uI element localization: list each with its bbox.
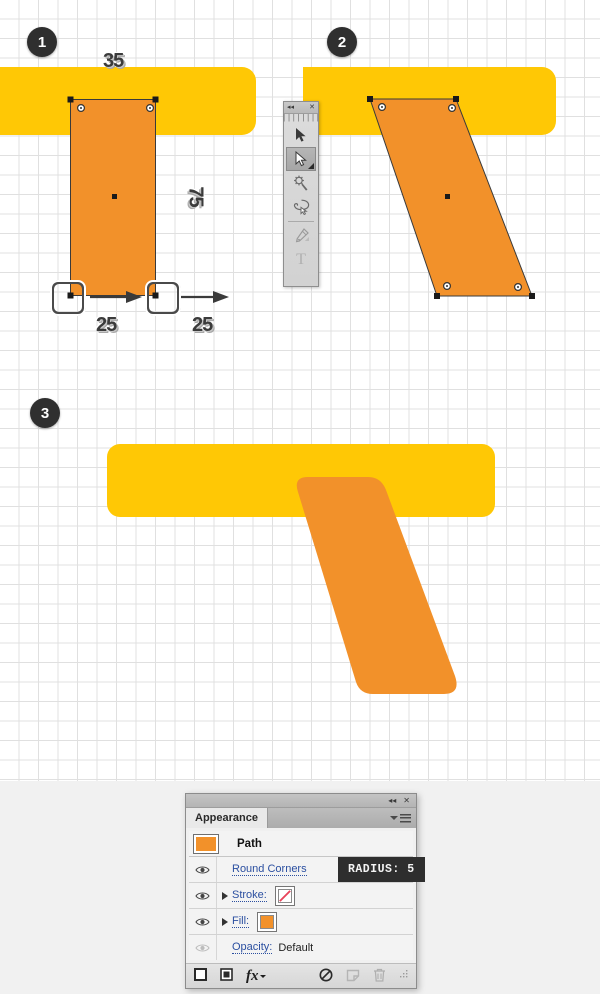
- type-tool-glyph: T: [296, 251, 306, 268]
- eye-icon: [195, 943, 210, 952]
- tab-appearance[interactable]: Appearance: [186, 808, 268, 828]
- collapse-icon[interactable]: ◂◂: [287, 104, 294, 111]
- appearance-panel-tabrow: Appearance: [186, 808, 416, 828]
- magic-wand-tool-button[interactable]: [284, 171, 318, 195]
- duplicate-item-button[interactable]: [346, 968, 360, 985]
- appearance-row-fill[interactable]: Fill:: [189, 909, 413, 935]
- eye-icon: [195, 891, 210, 900]
- path-thumbnail-swatch: [193, 833, 219, 854]
- type-tool-button[interactable]: T: [284, 248, 318, 272]
- appearance-row-path[interactable]: Path: [189, 831, 413, 857]
- appearance-row-opacity[interactable]: Opacity: Default: [189, 935, 413, 960]
- appearance-row-opacity-label[interactable]: Opacity:: [232, 941, 273, 954]
- direct-selection-arrow-icon: [295, 151, 307, 167]
- selection-arrow-icon: [296, 128, 306, 142]
- lasso-tool-button[interactable]: [284, 195, 318, 219]
- add-new-fill-button[interactable]: [220, 968, 233, 984]
- lasso-icon: [293, 199, 309, 215]
- appearance-row-stroke[interactable]: Stroke:: [189, 883, 413, 909]
- fx-caret-icon: [259, 974, 266, 978]
- selection-tool-button[interactable]: [284, 123, 318, 147]
- magic-wand-icon: [294, 175, 308, 191]
- triangle-right-icon: [221, 917, 228, 926]
- eye-icon: [195, 865, 210, 874]
- pen-tool-button[interactable]: [284, 224, 318, 248]
- expand-fill-toggle[interactable]: [217, 917, 232, 926]
- appearance-list: Path Round Corners Stroke: Fill: Opacity…: [186, 828, 416, 963]
- stroke-color-swatch[interactable]: [274, 885, 295, 906]
- tab-appearance-label: Appearance: [195, 812, 258, 824]
- grip-icon: [400, 970, 408, 978]
- appearance-panel-footer: fx: [186, 963, 416, 988]
- chevron-down-icon[interactable]: [390, 816, 398, 820]
- pen-nib-icon: [295, 228, 309, 243]
- eye-icon: [195, 917, 210, 926]
- fill-color-swatch[interactable]: [257, 911, 278, 932]
- appearance-row-opacity-value: Default: [278, 941, 314, 954]
- collapse-icon[interactable]: ◂◂: [388, 796, 396, 805]
- panel-menu-area[interactable]: [268, 808, 416, 828]
- close-icon[interactable]: ✕: [309, 104, 315, 111]
- expand-stroke-toggle[interactable]: [217, 891, 232, 900]
- tools-panel[interactable]: ◂◂ ✕ |||||||| T: [282, 101, 320, 287]
- drag-grip-icon[interactable]: ||||||||: [282, 114, 320, 123]
- direct-selection-tool-button[interactable]: [286, 147, 316, 171]
- trash-icon: [374, 968, 385, 982]
- delete-item-button[interactable]: [373, 968, 386, 985]
- add-new-effect-button[interactable]: fx: [246, 967, 266, 984]
- clear-appearance-button[interactable]: [319, 968, 333, 985]
- appearance-row-fill-label[interactable]: Fill:: [232, 915, 250, 928]
- appearance-panel-titlebar: ◂◂ ✕: [186, 794, 416, 808]
- hamburger-menu-icon[interactable]: [400, 813, 411, 823]
- visibility-toggle[interactable]: [189, 909, 217, 934]
- fx-icon: fx: [246, 967, 259, 984]
- appearance-panel[interactable]: ◂◂ ✕ Appearance Path Round Corners Strok…: [185, 793, 417, 989]
- radius-tooltip-text: RADIUS: 5: [348, 863, 415, 876]
- no-sign-icon: [319, 968, 333, 981]
- triangle-right-icon: [221, 891, 228, 900]
- tools-separator: [288, 221, 314, 222]
- visibility-toggle[interactable]: [189, 883, 217, 908]
- close-icon[interactable]: ✕: [403, 796, 410, 805]
- appearance-row-round-corners-label[interactable]: Round Corners: [232, 863, 307, 876]
- duplicate-icon: [346, 969, 360, 981]
- none-slash-icon: [279, 889, 291, 902]
- visibility-toggle[interactable]: [189, 857, 217, 882]
- add-new-stroke-button[interactable]: [194, 968, 207, 984]
- appearance-row-path-label: Path: [237, 837, 262, 850]
- tools-panel-titlebar: ◂◂ ✕: [284, 102, 318, 114]
- resize-grip[interactable]: [399, 970, 408, 982]
- appearance-row-stroke-label[interactable]: Stroke:: [232, 889, 267, 902]
- tool-group-corner-icon: [308, 163, 314, 169]
- visibility-toggle-disabled[interactable]: [189, 935, 217, 960]
- square-filled-icon: [220, 968, 233, 981]
- radius-tooltip: RADIUS: 5: [338, 857, 425, 882]
- square-outline-icon: [194, 968, 207, 981]
